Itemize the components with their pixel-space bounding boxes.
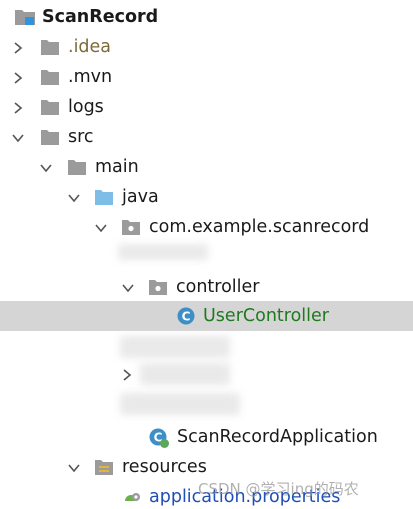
chevron-right-icon[interactable] (120, 367, 134, 381)
chevron-down-icon[interactable] (67, 460, 81, 474)
tree-item-project-root[interactable]: ScanRecord (0, 2, 413, 32)
chevron-down-icon[interactable] (94, 220, 108, 234)
properties-file-icon (121, 487, 141, 505)
chevron-down-icon[interactable] (11, 130, 25, 144)
tree-item-label: UserController (203, 306, 329, 326)
obscured-region (118, 244, 208, 260)
folder-icon (40, 98, 60, 116)
tree-item-label: .idea (68, 37, 112, 57)
tree-item-label: .mvn (68, 67, 113, 87)
class-icon: C (176, 306, 196, 325)
tree-item-label: src (68, 127, 94, 147)
tree-item-user-controller[interactable]: C UserController (0, 301, 413, 331)
source-folder-icon (94, 188, 114, 206)
obscured-region (120, 336, 230, 358)
chevron-right-icon[interactable] (11, 70, 25, 84)
tree-item-label: java (122, 187, 159, 207)
tree-item-main[interactable]: main (0, 152, 413, 182)
tree-item-scanrecord-application[interactable]: C ScanRecordApplication (0, 422, 413, 452)
tree-item-label: com.example.scanrecord (149, 217, 370, 237)
chevron-right-icon[interactable] (11, 40, 25, 54)
chevron-down-icon[interactable] (67, 190, 81, 204)
watermark: CSDN @学习ing的码农 (198, 480, 359, 498)
project-tree: ScanRecord .idea .mvn logs src main java… (0, 0, 413, 509)
obscured-region (140, 363, 230, 385)
svg-text:C: C (182, 310, 191, 324)
tree-item-idea[interactable]: .idea (0, 32, 413, 62)
project-name: ScanRecord (42, 7, 159, 27)
tree-item-java[interactable]: java (0, 182, 413, 212)
tree-item-controller[interactable]: controller (0, 272, 413, 302)
tree-item-label: logs (68, 97, 104, 117)
chevron-right-icon[interactable] (11, 100, 25, 114)
tree-item-src[interactable]: src (0, 122, 413, 152)
package-icon (148, 278, 168, 296)
tree-item-label: controller (176, 277, 260, 297)
tree-item-mvn[interactable]: .mvn (0, 62, 413, 92)
tree-item-label: ScanRecordApplication (177, 427, 378, 447)
package-icon (121, 218, 141, 236)
chevron-down-icon[interactable] (121, 280, 135, 294)
tree-item-label: resources (122, 457, 207, 477)
tree-item-package[interactable]: com.example.scanrecord (0, 212, 413, 242)
spring-boot-app-icon: C (148, 427, 169, 448)
folder-icon (67, 158, 87, 176)
folder-icon (40, 128, 60, 146)
folder-icon (40, 38, 60, 56)
tree-item-label: main (95, 157, 139, 177)
folder-icon (40, 68, 60, 86)
tree-item-logs[interactable]: logs (0, 92, 413, 122)
project-folder-icon (14, 7, 35, 25)
chevron-down-icon[interactable] (39, 160, 53, 174)
resources-folder-icon (94, 458, 114, 476)
obscured-region (120, 393, 240, 415)
